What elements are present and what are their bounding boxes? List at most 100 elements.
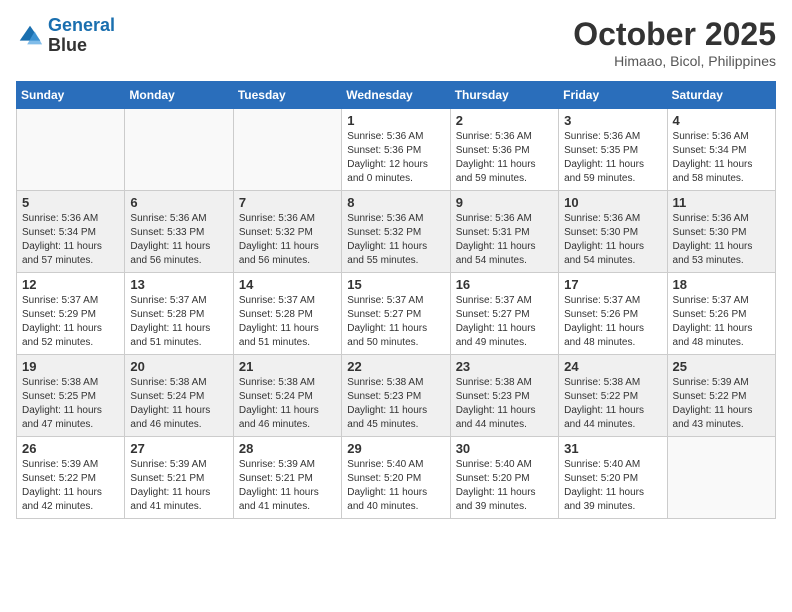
day-info: Sunrise: 5:37 AM Sunset: 5:28 PM Dayligh… [130,294,227,350]
day-number: 12 [22,277,119,292]
day-number: 5 [22,195,119,210]
day-number: 10 [564,195,661,210]
calendar-cell: 6 Sunrise: 5:36 AM Sunset: 5:33 PM Daylig… [125,191,233,273]
calendar-cell: 16Sunrise: 5:37 AM Sunset: 5:27 PM Dayli… [450,273,558,355]
day-info: Sunrise: 5:36 AM Sunset: 5:34 PM Dayligh… [22,212,119,268]
weekday-header-row: SundayMondayTuesdayWednesdayThursdayFrid… [17,82,776,109]
title-block: October 2025 Himaao, Bicol, Philippines [573,16,776,69]
day-number: 25 [673,359,770,374]
weekday-header: Saturday [667,82,775,109]
day-info: Sunrise: 5:40 AM Sunset: 5:20 PM Dayligh… [347,458,444,514]
day-info: Sunrise: 5:36 AM Sunset: 5:34 PM Dayligh… [673,130,770,186]
day-info: Sunrise: 5:38 AM Sunset: 5:23 PM Dayligh… [456,376,553,432]
day-number: 7 [239,195,336,210]
logo-icon [16,22,44,50]
calendar-cell: 31Sunrise: 5:40 AM Sunset: 5:20 PM Dayli… [559,437,667,519]
day-number: 19 [22,359,119,374]
day-info: Sunrise: 5:36 AM Sunset: 5:35 PM Dayligh… [564,130,661,186]
day-info: Sunrise: 5:36 AM Sunset: 5:30 PM Dayligh… [564,212,661,268]
calendar-cell: 2Sunrise: 5:36 AM Sunset: 5:36 PM Daylig… [450,109,558,191]
calendar-cell: 11 Sunrise: 5:36 AM Sunset: 5:30 PM Dayli… [667,191,775,273]
day-number: 15 [347,277,444,292]
day-info: Sunrise: 5:37 AM Sunset: 5:27 PM Dayligh… [347,294,444,350]
day-info: Sunrise: 5:37 AM Sunset: 5:26 PM Dayligh… [564,294,661,350]
calendar-week-row: 19 Sunrise: 5:38 AM Sunset: 5:25 PM Dayli… [17,355,776,437]
day-number: 26 [22,441,119,456]
calendar-cell: 7 Sunrise: 5:36 AM Sunset: 5:32 PM Daylig… [233,191,341,273]
day-number: 1 [347,113,444,128]
calendar-cell: 19 Sunrise: 5:38 AM Sunset: 5:25 PM Dayli… [17,355,125,437]
calendar-cell: 5 Sunrise: 5:36 AM Sunset: 5:34 PM Daylig… [17,191,125,273]
logo-line1: General [48,15,115,35]
calendar-cell [125,109,233,191]
calendar-cell: 1 Sunrise: 5:36 AM Sunset: 5:36 PM Daylig… [342,109,450,191]
day-number: 17 [564,277,661,292]
calendar-table: SundayMondayTuesdayWednesdayThursdayFrid… [16,81,776,519]
weekday-header: Monday [125,82,233,109]
day-info: Sunrise: 5:40 AM Sunset: 5:20 PM Dayligh… [456,458,553,514]
calendar-cell: 8 Sunrise: 5:36 AM Sunset: 5:32 PM Daylig… [342,191,450,273]
calendar-cell: 9Sunrise: 5:36 AM Sunset: 5:31 PM Daylig… [450,191,558,273]
day-info: Sunrise: 5:36 AM Sunset: 5:36 PM Dayligh… [347,130,444,186]
calendar-week-row: 26 Sunrise: 5:39 AM Sunset: 5:22 PM Dayli… [17,437,776,519]
day-info: Sunrise: 5:38 AM Sunset: 5:22 PM Dayligh… [564,376,661,432]
day-number: 4 [673,113,770,128]
day-info: Sunrise: 5:38 AM Sunset: 5:24 PM Dayligh… [130,376,227,432]
day-info: Sunrise: 5:37 AM Sunset: 5:27 PM Dayligh… [456,294,553,350]
day-info: Sunrise: 5:38 AM Sunset: 5:23 PM Dayligh… [347,376,444,432]
calendar-cell: 24Sunrise: 5:38 AM Sunset: 5:22 PM Dayli… [559,355,667,437]
logo-text: General Blue [48,16,115,56]
day-info: Sunrise: 5:36 AM Sunset: 5:36 PM Dayligh… [456,130,553,186]
day-number: 22 [347,359,444,374]
day-info: Sunrise: 5:39 AM Sunset: 5:22 PM Dayligh… [673,376,770,432]
day-number: 14 [239,277,336,292]
calendar-cell: 28Sunrise: 5:39 AM Sunset: 5:21 PM Dayli… [233,437,341,519]
calendar-cell: 26 Sunrise: 5:39 AM Sunset: 5:22 PM Dayli… [17,437,125,519]
day-number: 13 [130,277,227,292]
calendar-cell: 23Sunrise: 5:38 AM Sunset: 5:23 PM Dayli… [450,355,558,437]
day-number: 21 [239,359,336,374]
day-info: Sunrise: 5:36 AM Sunset: 5:32 PM Dayligh… [239,212,336,268]
calendar-week-row: 12 Sunrise: 5:37 AM Sunset: 5:29 PM Dayli… [17,273,776,355]
calendar-cell: 4 Sunrise: 5:36 AM Sunset: 5:34 PM Daylig… [667,109,775,191]
calendar-cell: 21 Sunrise: 5:38 AM Sunset: 5:24 PM Dayli… [233,355,341,437]
day-number: 8 [347,195,444,210]
calendar-week-row: 5 Sunrise: 5:36 AM Sunset: 5:34 PM Daylig… [17,191,776,273]
day-info: Sunrise: 5:36 AM Sunset: 5:33 PM Dayligh… [130,212,227,268]
calendar-cell: 12 Sunrise: 5:37 AM Sunset: 5:29 PM Dayli… [17,273,125,355]
day-info: Sunrise: 5:38 AM Sunset: 5:25 PM Dayligh… [22,376,119,432]
calendar-cell [233,109,341,191]
day-info: Sunrise: 5:36 AM Sunset: 5:30 PM Dayligh… [673,212,770,268]
weekday-header: Sunday [17,82,125,109]
location: Himaao, Bicol, Philippines [573,53,776,69]
weekday-header: Thursday [450,82,558,109]
calendar-cell [667,437,775,519]
page-header: General Blue October 2025 Himaao, Bicol,… [16,16,776,69]
day-number: 3 [564,113,661,128]
day-info: Sunrise: 5:36 AM Sunset: 5:32 PM Dayligh… [347,212,444,268]
day-number: 6 [130,195,227,210]
day-number: 31 [564,441,661,456]
calendar-week-row: 1 Sunrise: 5:36 AM Sunset: 5:36 PM Daylig… [17,109,776,191]
day-number: 28 [239,441,336,456]
calendar-cell: 18Sunrise: 5:37 AM Sunset: 5:26 PM Dayli… [667,273,775,355]
day-info: Sunrise: 5:37 AM Sunset: 5:28 PM Dayligh… [239,294,336,350]
day-info: Sunrise: 5:37 AM Sunset: 5:26 PM Dayligh… [673,294,770,350]
day-info: Sunrise: 5:37 AM Sunset: 5:29 PM Dayligh… [22,294,119,350]
calendar-cell: 30Sunrise: 5:40 AM Sunset: 5:20 PM Dayli… [450,437,558,519]
calendar-cell: 17 Sunrise: 5:37 AM Sunset: 5:26 PM Dayli… [559,273,667,355]
day-number: 11 [673,195,770,210]
day-info: Sunrise: 5:39 AM Sunset: 5:22 PM Dayligh… [22,458,119,514]
calendar-cell: 14 Sunrise: 5:37 AM Sunset: 5:28 PM Dayli… [233,273,341,355]
calendar-cell: 22 Sunrise: 5:38 AM Sunset: 5:23 PM Dayli… [342,355,450,437]
calendar-cell: 15 Sunrise: 5:37 AM Sunset: 5:27 PM Dayli… [342,273,450,355]
calendar-cell: 27Sunrise: 5:39 AM Sunset: 5:21 PM Dayli… [125,437,233,519]
day-number: 27 [130,441,227,456]
day-number: 29 [347,441,444,456]
calendar-cell: 10 Sunrise: 5:36 AM Sunset: 5:30 PM Dayli… [559,191,667,273]
weekday-header: Wednesday [342,82,450,109]
calendar-cell: 13 Sunrise: 5:37 AM Sunset: 5:28 PM Dayli… [125,273,233,355]
calendar-cell: 29 Sunrise: 5:40 AM Sunset: 5:20 PM Dayli… [342,437,450,519]
calendar-cell: 3 Sunrise: 5:36 AM Sunset: 5:35 PM Daylig… [559,109,667,191]
day-info: Sunrise: 5:38 AM Sunset: 5:24 PM Dayligh… [239,376,336,432]
